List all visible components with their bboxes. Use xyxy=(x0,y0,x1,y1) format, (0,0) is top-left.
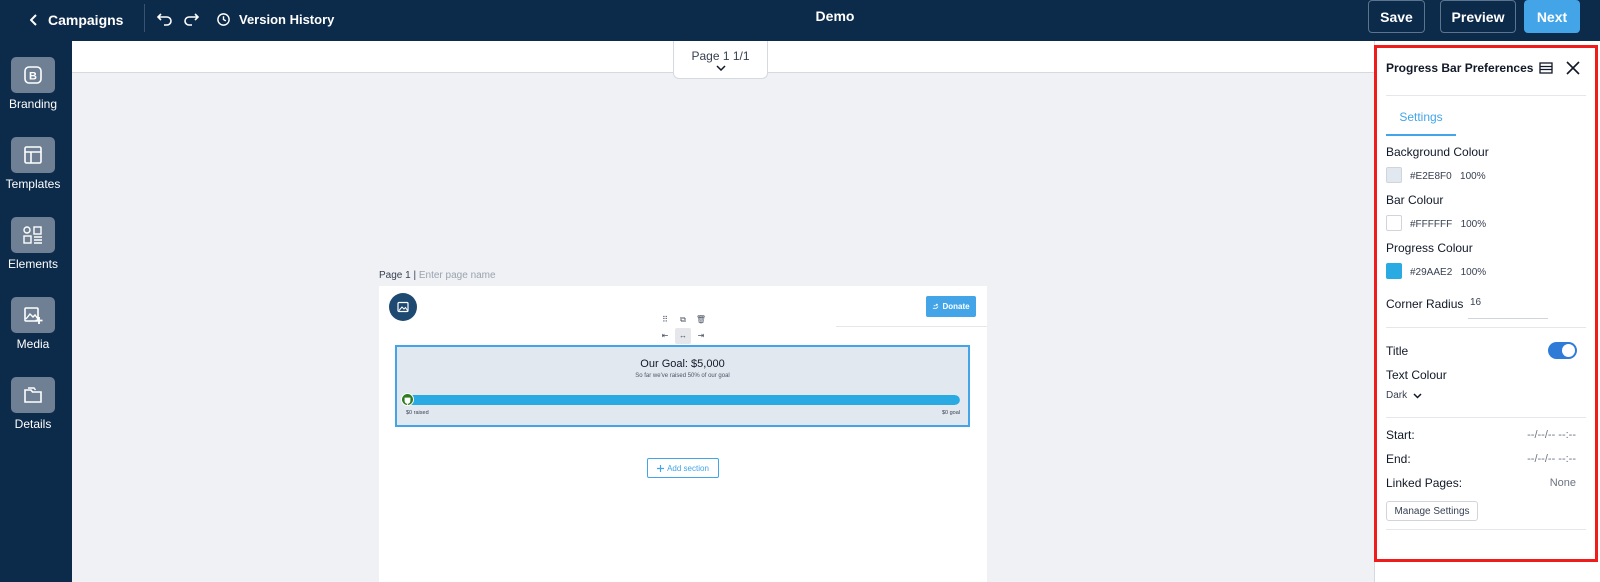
campaign-title: Demo xyxy=(815,8,855,24)
sidebar-item-label: Media xyxy=(16,337,50,351)
version-history-button[interactable]: Version History xyxy=(216,7,334,31)
text-colour-dropdown[interactable]: Dark xyxy=(1386,390,1422,401)
progress-colour-swatch[interactable] xyxy=(1386,263,1402,279)
save-button[interactable]: Save xyxy=(1368,0,1425,33)
linked-pages-label: Linked Pages: xyxy=(1386,476,1463,490)
corner-radius-label: Corner Radius xyxy=(1386,297,1464,311)
background-colour-label: Background Colour xyxy=(1386,145,1489,159)
panel-divider xyxy=(1386,529,1586,530)
sidebar-item-label: Elements xyxy=(7,257,59,271)
divider xyxy=(144,4,145,32)
align-left-icon[interactable]: ⇤ xyxy=(657,328,673,344)
start-label: Start: xyxy=(1386,428,1415,442)
progress-colour-label: Progress Colour xyxy=(1386,241,1473,255)
sidebar-item-label: Templates xyxy=(5,177,61,191)
trophy-icon xyxy=(401,393,414,406)
tab-settings[interactable]: Settings xyxy=(1386,110,1456,136)
panel-divider xyxy=(1386,327,1586,328)
page-number-label: Page 1 | xyxy=(379,270,417,281)
goal-label: $0 goal xyxy=(941,410,960,416)
title-toggle[interactable] xyxy=(1548,342,1577,359)
title-toggle-label: Title xyxy=(1386,344,1409,358)
page-canvas: Donate ⠿ ⧉ 🗑 ⇤ ↔ ⇥ Our Goal: $5,000 So f… xyxy=(379,286,987,582)
progress-subtitle: So far we've raised 50% of our goal xyxy=(635,373,730,379)
corner-radius-underline xyxy=(1468,318,1548,319)
background-colour-value[interactable]: #E2E8F0 100% xyxy=(1410,171,1486,182)
page-indicator[interactable]: Page 1 1/1 xyxy=(673,41,768,79)
page-indicator-label: Page 1 1/1 xyxy=(691,49,750,63)
bar-colour-value[interactable]: #FFFFFF 100% xyxy=(1410,219,1486,230)
end-label: End: xyxy=(1386,452,1411,466)
corner-radius-input[interactable]: 16 xyxy=(1470,297,1481,308)
branding-icon: B xyxy=(24,66,42,84)
sidebar-item-media[interactable]: Media xyxy=(0,297,66,351)
logo-placeholder[interactable] xyxy=(389,293,417,321)
manage-settings-button[interactable]: Manage Settings xyxy=(1386,501,1478,521)
elements-icon xyxy=(23,226,42,244)
undo-icon[interactable] xyxy=(156,9,174,27)
add-section-label: Add section xyxy=(667,463,709,473)
sidebar-item-templates[interactable]: Templates xyxy=(0,137,66,191)
redo-icon[interactable] xyxy=(182,9,200,27)
layers-icon[interactable] xyxy=(1539,62,1553,74)
progress-colour-value[interactable]: #29AAE2 100% xyxy=(1410,267,1486,278)
donate-label: Donate xyxy=(942,302,970,311)
templates-icon xyxy=(24,146,42,164)
svg-text:B: B xyxy=(29,71,37,83)
raised-label: $0 raised xyxy=(406,410,429,416)
sidebar-item-label: Details xyxy=(14,417,52,431)
close-icon[interactable] xyxy=(1566,61,1580,75)
details-icon xyxy=(24,387,42,403)
image-icon xyxy=(397,301,409,313)
donate-icon xyxy=(933,303,939,309)
preview-button[interactable]: Preview xyxy=(1440,0,1516,33)
element-toolbar: ⠿ ⧉ 🗑 ⇤ ↔ ⇥ xyxy=(657,312,709,344)
sidebar-item-label: Branding xyxy=(8,97,58,111)
start-value[interactable]: --/--/-- --:-- xyxy=(1527,429,1576,441)
next-button[interactable]: Next xyxy=(1524,0,1580,33)
linked-pages-value: None xyxy=(1549,477,1576,489)
chevron-down-icon xyxy=(1413,392,1422,399)
sidebar-item-details[interactable]: Details xyxy=(0,377,66,431)
bar-colour-label: Bar Colour xyxy=(1386,193,1444,207)
panel-divider xyxy=(1386,417,1586,418)
sidebar-item-branding[interactable]: B Branding xyxy=(0,57,66,111)
plus-icon xyxy=(657,464,665,472)
back-to-campaigns-button[interactable]: Campaigns xyxy=(30,8,123,32)
donate-button[interactable]: Donate xyxy=(926,296,976,317)
chevron-down-icon xyxy=(715,65,726,71)
drag-handle-icon[interactable]: ⠿ xyxy=(657,312,673,328)
header-divider xyxy=(836,326,987,327)
page-name-row: Page 1 | Enter page name xyxy=(379,270,496,281)
history-icon xyxy=(217,12,230,26)
chevron-left-icon xyxy=(30,14,37,26)
panel-divider xyxy=(1386,95,1586,96)
panel-title: Progress Bar Preferences xyxy=(1386,61,1534,75)
media-icon xyxy=(24,307,43,324)
back-label: Campaigns xyxy=(48,12,124,28)
bar-colour-swatch[interactable] xyxy=(1386,215,1402,231)
align-center-icon[interactable]: ↔ xyxy=(675,328,691,344)
background-colour-swatch[interactable] xyxy=(1386,167,1402,183)
top-bar: Campaigns Version History Demo Save Prev… xyxy=(0,0,1600,41)
toggle-knob xyxy=(1562,344,1575,357)
progress-track xyxy=(404,395,960,405)
progress-bar-element[interactable]: Our Goal: $5,000 So far we've raised 50%… xyxy=(395,345,970,427)
end-value[interactable]: --/--/-- --:-- xyxy=(1527,453,1576,465)
left-sidebar: B Branding Templates Elements Media Deta… xyxy=(0,41,72,582)
page-name-input[interactable]: Enter page name xyxy=(419,270,496,281)
version-history-label: Version History xyxy=(239,11,335,27)
add-section-button[interactable]: Add section xyxy=(647,458,719,478)
progress-title: Our Goal: $5,000 xyxy=(640,358,725,370)
text-colour-label: Text Colour xyxy=(1386,368,1447,382)
align-right-icon[interactable]: ⇥ xyxy=(693,328,709,344)
duplicate-icon[interactable]: ⧉ xyxy=(675,312,691,328)
tab-settings-label: Settings xyxy=(1399,110,1443,124)
delete-icon[interactable]: 🗑 xyxy=(693,312,709,328)
sidebar-item-elements[interactable]: Elements xyxy=(0,217,66,271)
text-colour-value: Dark xyxy=(1386,390,1408,401)
progress-fill xyxy=(404,395,960,405)
